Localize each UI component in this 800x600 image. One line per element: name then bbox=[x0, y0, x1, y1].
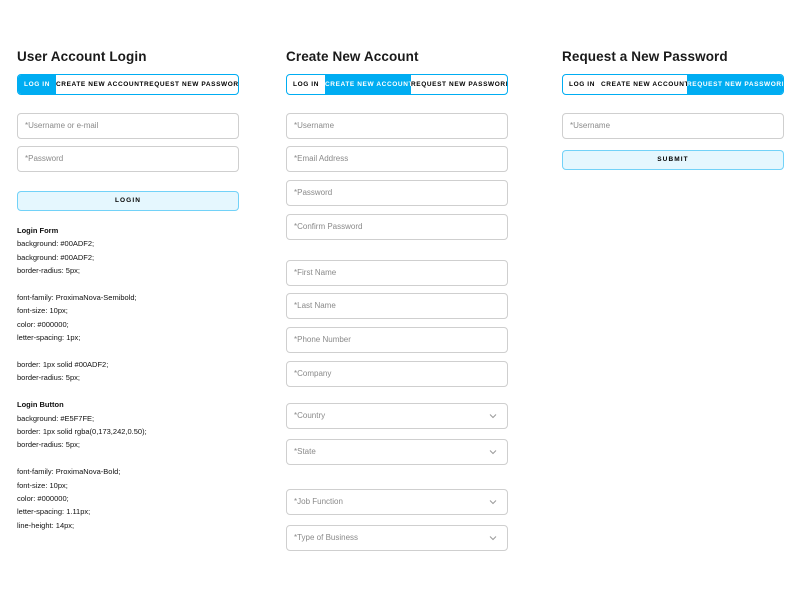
note-line: background: #E5F7FE; bbox=[17, 413, 95, 423]
note-line: background: #00ADF2; bbox=[17, 239, 95, 249]
company-placeholder: *Company bbox=[294, 369, 332, 378]
chevron-down-icon bbox=[489, 500, 497, 505]
note-line: font-family: ProximaNova-Semibold; bbox=[17, 293, 137, 303]
state-placeholder: *State bbox=[294, 447, 316, 456]
login-tabs: LOG IN CREATE NEW ACCOUNT REQUEST NEW PA… bbox=[17, 74, 239, 95]
company-input[interactable]: *Company bbox=[286, 361, 508, 387]
type-of-business-select[interactable]: *Type of Business bbox=[286, 525, 508, 551]
note-line: border-radius: 5px; bbox=[17, 373, 80, 383]
note-line: letter-spacing: 1.11px; bbox=[17, 507, 91, 517]
tab-log-in[interactable]: LOG IN bbox=[18, 75, 56, 94]
state-select[interactable]: *State bbox=[286, 439, 508, 465]
login-button[interactable]: LOGIN bbox=[17, 191, 239, 211]
login-button-heading: Login Button bbox=[17, 400, 64, 410]
username-input[interactable]: *Username bbox=[562, 113, 784, 139]
note-line: border: 1px solid #00ADF2; bbox=[17, 360, 109, 370]
create-account-tabs: LOG IN CREATE NEW ACCOUNT REQUEST NEW PA… bbox=[286, 74, 508, 95]
submit-button[interactable]: SUBMIT bbox=[562, 150, 784, 170]
phone-number-placeholder: *Phone Number bbox=[294, 335, 351, 344]
username-placeholder: *Username bbox=[570, 121, 611, 130]
username-or-email-placeholder: *Username or e-mail bbox=[25, 121, 99, 130]
first-name-input[interactable]: *First Name bbox=[286, 260, 508, 286]
note-line: font-size: 10px; bbox=[17, 306, 68, 316]
tab-request-new-password[interactable]: REQUEST NEW PASSWORD bbox=[411, 75, 507, 94]
note-line: line-height: 14px; bbox=[17, 520, 75, 530]
last-name-input[interactable]: *Last Name bbox=[286, 293, 508, 319]
password-placeholder: *Password bbox=[294, 188, 333, 197]
note-line: border-radius: 5px; bbox=[17, 440, 80, 450]
reset-password-tabs: LOG IN CREATE NEW ACCOUNT REQUEST NEW PA… bbox=[562, 74, 784, 95]
email-input[interactable]: *Email Address bbox=[286, 146, 508, 172]
style-notes: Login Form background: #00ADF2; backgrou… bbox=[17, 224, 247, 532]
phone-number-input[interactable]: *Phone Number bbox=[286, 327, 508, 353]
note-line: letter-spacing: 1px; bbox=[17, 333, 81, 343]
username-placeholder: *Username bbox=[294, 121, 335, 130]
login-title: User Account Login bbox=[17, 49, 147, 64]
tab-create-new-account[interactable]: CREATE NEW ACCOUNT bbox=[56, 75, 144, 94]
tab-create-new-account[interactable]: CREATE NEW ACCOUNT bbox=[325, 75, 412, 94]
email-placeholder: *Email Address bbox=[294, 154, 349, 163]
password-input[interactable]: *Password bbox=[286, 180, 508, 206]
job-function-select[interactable]: *Job Function bbox=[286, 489, 508, 515]
country-placeholder: *Country bbox=[294, 411, 326, 420]
tab-create-new-account[interactable]: CREATE NEW ACCOUNT bbox=[601, 75, 688, 94]
login-form-heading: Login Form bbox=[17, 226, 59, 235]
chevron-down-icon bbox=[489, 414, 497, 419]
create-account-title: Create New Account bbox=[286, 49, 419, 64]
note-line: background: #00ADF2; bbox=[17, 252, 95, 262]
job-function-placeholder: *Job Function bbox=[294, 497, 343, 506]
note-line: color: #000000; bbox=[17, 494, 69, 504]
note-line: border-radius: 5px; bbox=[17, 266, 80, 276]
last-name-placeholder: *Last Name bbox=[294, 301, 336, 310]
username-input[interactable]: *Username bbox=[286, 113, 508, 139]
username-or-email-input[interactable]: *Username or e-mail bbox=[17, 113, 239, 139]
tab-request-new-password[interactable]: REQUEST NEW PASSWORD bbox=[144, 75, 238, 94]
tab-request-new-password[interactable]: REQUEST NEW PASSWORD bbox=[687, 75, 783, 94]
note-line: font-size: 10px; bbox=[17, 480, 68, 490]
note-line: font-family: ProximaNova-Bold; bbox=[17, 467, 121, 477]
reset-password-title: Request a New Password bbox=[562, 49, 728, 64]
first-name-placeholder: *First Name bbox=[294, 268, 337, 277]
chevron-down-icon bbox=[489, 450, 497, 455]
chevron-down-icon bbox=[489, 536, 497, 541]
note-line: color: #000000; bbox=[17, 319, 69, 329]
tab-log-in[interactable]: LOG IN bbox=[563, 75, 601, 94]
note-line: border: 1px solid rgba(0,173,242,0.50); bbox=[17, 427, 147, 437]
password-placeholder: *Password bbox=[25, 154, 64, 163]
confirm-password-placeholder: *Confirm Password bbox=[294, 222, 363, 231]
password-input[interactable]: *Password bbox=[17, 146, 239, 172]
type-of-business-placeholder: *Type of Business bbox=[294, 533, 359, 542]
country-select[interactable]: *Country bbox=[286, 403, 508, 429]
confirm-password-input[interactable]: *Confirm Password bbox=[286, 214, 508, 240]
tab-log-in[interactable]: LOG IN bbox=[287, 75, 325, 94]
